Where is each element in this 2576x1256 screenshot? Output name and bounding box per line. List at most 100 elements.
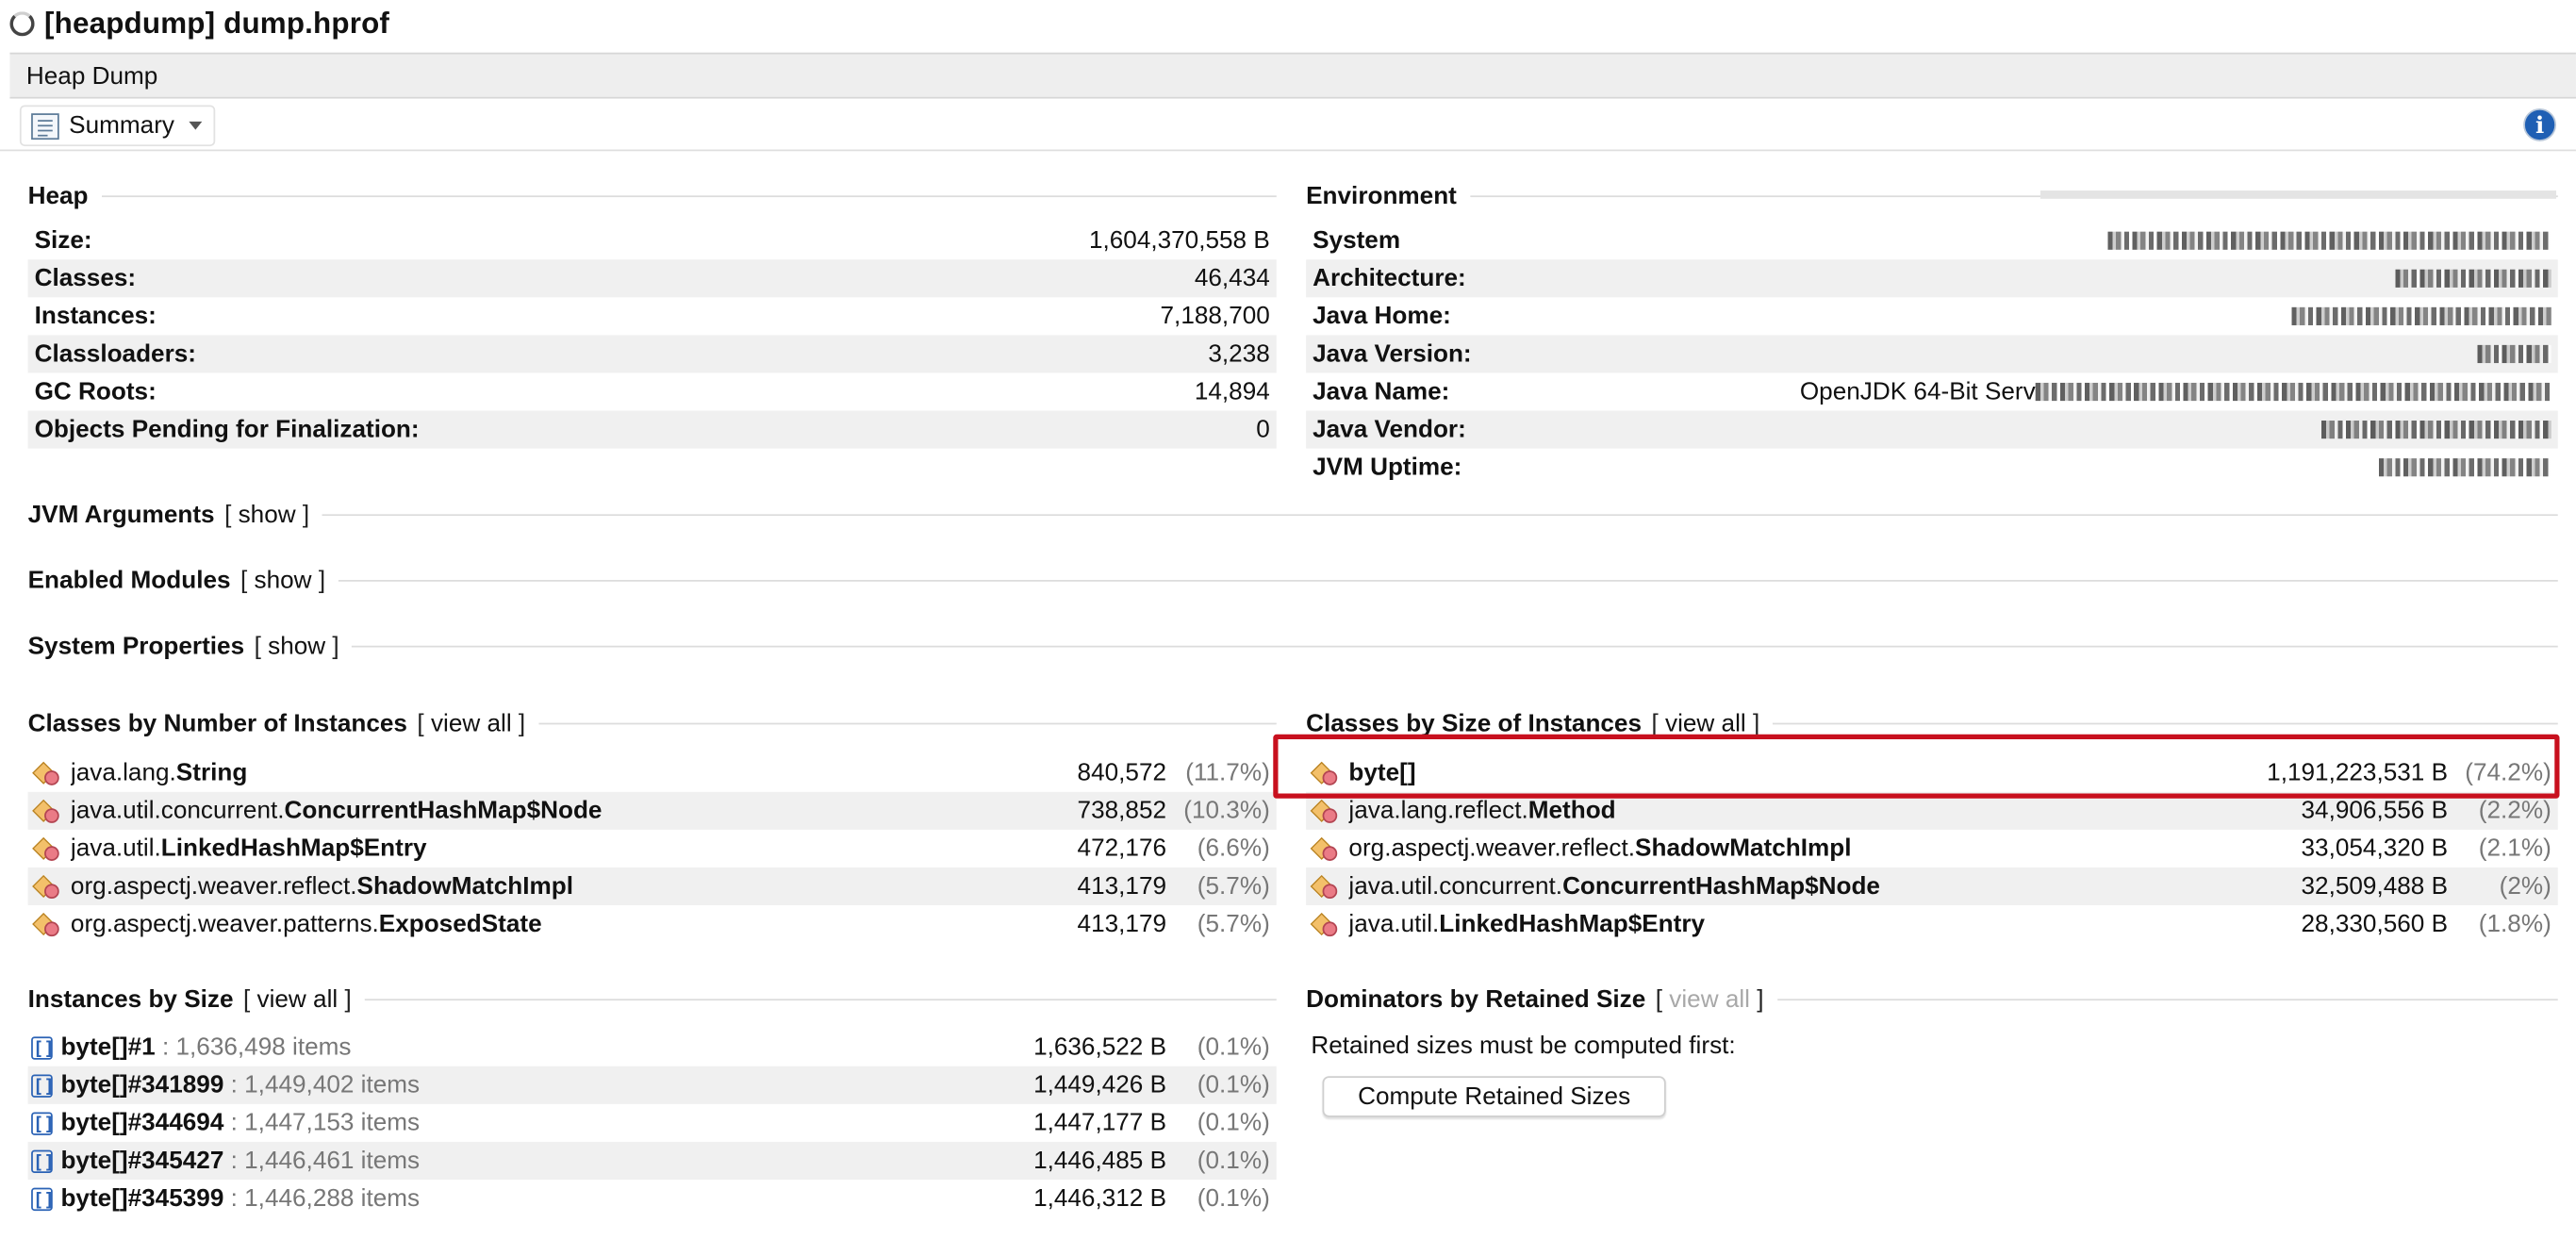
- instance-count: 413,179: [1077, 872, 1167, 901]
- section-title: Classes by Number of Instances: [27, 708, 407, 737]
- percent: (74.2%): [2465, 758, 2551, 787]
- percent: (6.6%): [1197, 835, 1270, 863]
- heap-table: Size: 1,604,370,558 B Classes: 46,434 In…: [27, 222, 1277, 449]
- list-item[interactable]: [] byte[]#341899 : 1,449,402 items 1,449…: [27, 1066, 1277, 1104]
- table-row: Objects Pending for Finalization: 0: [27, 410, 1277, 449]
- classes-by-count-header: Classes by Number of Instances [ view al…: [28, 706, 1277, 739]
- list-item[interactable]: java.lang.String 840,572 (11.7%): [28, 754, 1277, 792]
- row-label: Java Name:: [1313, 377, 1450, 406]
- table-row: Java Name: OpenJDK 64-Bit Serv: [1306, 373, 2558, 411]
- compute-retained-sizes-button[interactable]: Compute Retained Sizes: [1322, 1076, 1666, 1117]
- divider: [322, 513, 2558, 516]
- table-row: Instances: 7,188,700: [28, 297, 1277, 335]
- redacted-value: [2291, 306, 2551, 325]
- section-title: System Properties: [27, 631, 245, 660]
- list-item[interactable]: org.aspectj.weaver.reflect.ShadowMatchIm…: [27, 867, 1277, 906]
- row-label: Java Home:: [1313, 302, 1451, 331]
- instances-by-size-header: Instances by Size [ view all ]: [28, 983, 1277, 1016]
- list-item[interactable]: [] byte[]#1 : 1,636,498 items 1,636,522 …: [28, 1029, 1277, 1066]
- toolbar: Summary i: [0, 100, 2576, 152]
- show-enabled-modules-link[interactable]: [ show ]: [240, 566, 325, 594]
- array-icon: []: [31, 1186, 55, 1211]
- list-item[interactable]: byte[] 1,191,223,531 B (74.2%): [1306, 754, 2558, 792]
- instance-size: 1,446,312 B: [1033, 1184, 1167, 1213]
- array-icon: []: [31, 1149, 55, 1173]
- table-row: Architecture:: [1306, 259, 2558, 298]
- table-row: Classloaders: 3,238: [27, 335, 1277, 373]
- view-all-classes-by-size-link[interactable]: [ view all ]: [1651, 709, 1759, 737]
- divider: [339, 579, 2558, 581]
- info-icon[interactable]: i: [2523, 107, 2557, 141]
- percent: (2.1%): [2478, 835, 2551, 863]
- row-label: JVM Uptime:: [1313, 453, 1462, 482]
- list-item[interactable]: org.aspectj.weaver.patterns.ExposedState…: [28, 905, 1277, 943]
- list-item[interactable]: java.lang.reflect.Method 34,906,556 B (2…: [1306, 791, 2558, 830]
- chevron-down-icon: [189, 121, 203, 130]
- view-all-dominators-link: [ view all ]: [1655, 984, 1764, 1014]
- percent: (5.7%): [1197, 910, 1270, 938]
- row-value: 7,188,700: [1160, 302, 1270, 331]
- row-label: Java Vendor:: [1313, 415, 1466, 444]
- window-title: [heapdump] dump.hprof: [44, 6, 390, 39]
- list-item[interactable]: [] byte[]#345399 : 1,446,288 items 1,446…: [28, 1180, 1277, 1217]
- class-icon: [1310, 835, 1339, 862]
- row-value: 3,238: [1208, 339, 1270, 369]
- table-row: Java Version:: [1306, 335, 2558, 373]
- percent: (0.1%): [1197, 1033, 1270, 1062]
- class-icon: [1310, 873, 1339, 900]
- section-title: JVM Arguments: [27, 500, 215, 529]
- divider: [1773, 721, 2558, 724]
- view-selector-dropdown[interactable]: Summary: [19, 105, 216, 147]
- percent: (0.1%): [1197, 1070, 1270, 1099]
- section-title: Enabled Modules: [27, 566, 231, 594]
- class-icon: [31, 873, 60, 900]
- class-icon: [31, 835, 60, 862]
- list-item[interactable]: [] byte[]#344694 : 1,447,153 items 1,447…: [28, 1104, 1277, 1142]
- percent: (0.1%): [1197, 1184, 1270, 1213]
- array-icon: []: [31, 1111, 55, 1135]
- classes-by-size-header: Classes by Size of Instances [ view all …: [1306, 706, 2558, 739]
- redacted-value: [2035, 382, 2551, 402]
- view-all-instances-link[interactable]: [ view all ]: [243, 985, 352, 1014]
- instance-count: 413,179: [1077, 910, 1167, 938]
- table-row: GC Roots: 14,894: [28, 373, 1277, 411]
- view-all-classes-by-count-link[interactable]: [ view all ]: [417, 709, 525, 737]
- instance-size: 34,906,556 B: [2301, 797, 2449, 825]
- divider: [364, 998, 1277, 1000]
- show-jvm-arguments-link[interactable]: [ show ]: [224, 501, 309, 529]
- class-icon: [31, 911, 60, 937]
- list-item[interactable]: java.util.concurrent.ConcurrentHashMap$N…: [1306, 867, 2558, 906]
- tab-heap-dump[interactable]: Heap Dump: [9, 52, 2576, 99]
- row-value: 1,604,370,558 B: [1088, 226, 1270, 256]
- list-item[interactable]: org.aspectj.weaver.reflect.ShadowMatchIm…: [1306, 830, 2558, 868]
- row-value: 14,894: [1194, 377, 1270, 406]
- enabled-modules-section: Enabled Modules [ show ]: [28, 564, 2558, 597]
- divider: [352, 644, 2558, 647]
- section-title: Environment: [1306, 181, 1457, 210]
- show-system-properties-link[interactable]: [ show ]: [255, 632, 339, 660]
- percent: (2.2%): [2478, 797, 2551, 825]
- list-item[interactable]: java.util.concurrent.ConcurrentHashMap$N…: [27, 791, 1277, 830]
- system-properties-section: System Properties [ show ]: [28, 629, 2558, 662]
- row-value: 0: [1256, 415, 1270, 444]
- tab-label: Heap Dump: [25, 61, 158, 90]
- row-label: Java Version:: [1313, 339, 1472, 369]
- list-item[interactable]: java.util.LinkedHashMap$Entry 28,330,560…: [1306, 905, 2558, 943]
- row-label: GC Roots:: [34, 377, 157, 406]
- instance-size: 1,449,426 B: [1033, 1070, 1167, 1099]
- percent: (1.8%): [2478, 910, 2551, 938]
- list-item[interactable]: [] byte[]#345427 : 1,446,461 items 1,446…: [27, 1141, 1277, 1180]
- summary-icon: [31, 112, 59, 140]
- heap-dump-window: [heapdump] dump.hprof Heap Dump Summary …: [0, 0, 2576, 1255]
- redacted-band: [2039, 190, 2557, 199]
- window-titlebar: [heapdump] dump.hprof: [0, 0, 2576, 46]
- percent: (5.7%): [1197, 872, 1270, 901]
- instance-size: 32,509,488 B: [2301, 872, 2449, 901]
- heap-section-header: Heap: [28, 179, 1277, 212]
- list-item[interactable]: java.util.LinkedHashMap$Entry 472,176 (6…: [28, 830, 1277, 868]
- jvm-arguments-section: JVM Arguments [ show ]: [28, 498, 2558, 531]
- environment-table: System Architecture: Java Home: Java Ver…: [1306, 222, 2558, 487]
- classes-by-size-list: byte[] 1,191,223,531 B (74.2%) java.lang…: [1306, 754, 2558, 943]
- row-value: 46,434: [1194, 264, 1270, 293]
- class-icon: [1310, 760, 1339, 786]
